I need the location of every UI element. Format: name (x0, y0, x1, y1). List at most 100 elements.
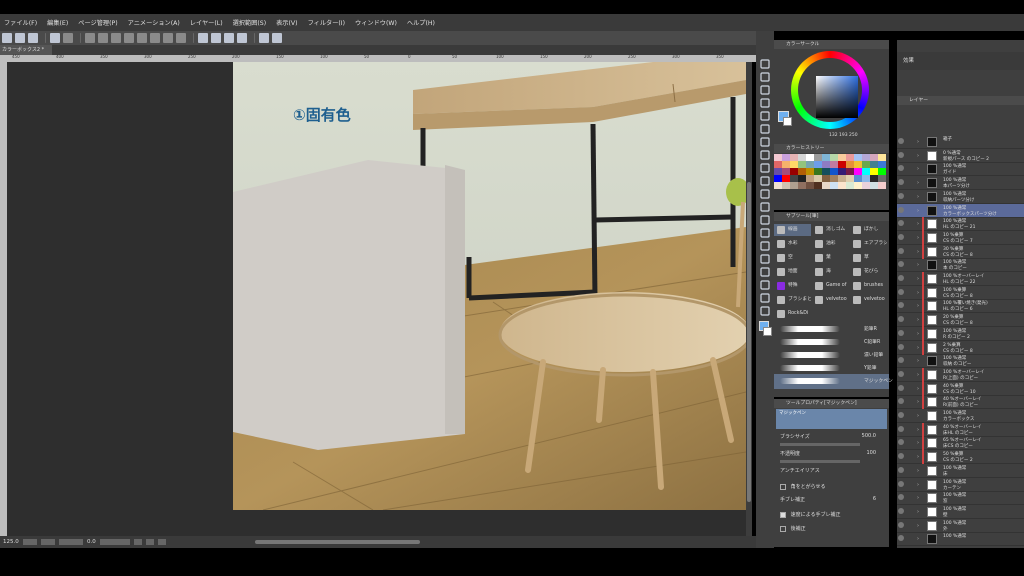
color-history-swatch[interactable] (838, 161, 846, 168)
color-history-swatch[interactable] (806, 161, 814, 168)
subtool-category[interactable]: brushes (850, 280, 887, 292)
color-history-swatch[interactable] (790, 161, 798, 168)
color-history-swatch[interactable] (878, 168, 886, 175)
color-history-swatch[interactable] (782, 182, 790, 189)
visibility-eye-icon[interactable] (898, 179, 904, 186)
subtool-category[interactable]: 水彩 (774, 238, 811, 250)
layer-row[interactable]: › 50 %乗算 CS のコピー 2 (897, 450, 1024, 465)
color-history-swatch[interactable] (830, 161, 838, 168)
zoom-out-icon[interactable] (23, 539, 37, 545)
layer-row[interactable]: › 100 %通常外 (897, 519, 1024, 533)
zoom-in-icon[interactable] (41, 539, 55, 545)
folder-chevron-icon[interactable]: › (917, 468, 919, 474)
color-history-swatch[interactable] (862, 161, 870, 168)
zoom-slider[interactable] (59, 539, 83, 545)
folder-chevron-icon[interactable]: › (917, 235, 919, 241)
color-history-swatch[interactable] (870, 175, 878, 182)
visibility-eye-icon[interactable] (898, 220, 904, 227)
color-history-swatch[interactable] (870, 161, 878, 168)
folder-chevron-icon[interactable]: › (917, 509, 919, 515)
post-correction-checkbox[interactable] (780, 525, 786, 532)
color-history-swatch[interactable] (854, 161, 862, 168)
clear-icon[interactable] (85, 33, 95, 43)
color-history-swatch[interactable] (862, 175, 870, 182)
color-history-swatch[interactable] (838, 175, 846, 182)
layer-row[interactable]: › 100 %通常 HL のコピー 21 (897, 217, 1024, 232)
layer-row[interactable]: › 100 %通常本 のコピー (897, 258, 1024, 273)
folder-chevron-icon[interactable]: › (917, 303, 919, 309)
folder-chevron-icon[interactable]: › (917, 180, 919, 186)
visibility-eye-icon[interactable] (898, 453, 904, 460)
folder-chevron-icon[interactable]: › (917, 194, 919, 200)
layer-row[interactable]: › 100 %通常 R のコピー 2 (897, 326, 1024, 341)
stabilization-row[interactable]: 手ブレ補正 6 (780, 496, 886, 506)
color-history-swatch[interactable] (782, 161, 790, 168)
layer-row[interactable]: › 100 %通常窓 (897, 491, 1024, 506)
folder-chevron-icon[interactable]: › (917, 427, 919, 433)
color-history-swatch[interactable] (790, 154, 798, 161)
color-history-swatch[interactable] (870, 168, 878, 175)
folder-chevron-icon[interactable]: › (917, 440, 919, 446)
subtool-category[interactable]: 消しゴム (812, 224, 849, 236)
color-history-swatch[interactable] (830, 154, 838, 161)
opacity-slider[interactable] (780, 460, 860, 463)
color-history-swatch[interactable] (798, 175, 806, 182)
paste-icon[interactable] (124, 33, 134, 43)
folder-chevron-icon[interactable]: › (917, 372, 919, 378)
layer-row[interactable]: › 100 %覆い焼き(発光) HL のコピー 6 (897, 299, 1024, 314)
menu-item[interactable]: ファイル(F) (4, 18, 37, 27)
layer-row[interactable]: › 10 %乗算 CS のコピー 7 (897, 230, 1024, 245)
folder-chevron-icon[interactable]: › (917, 153, 919, 159)
layer-row[interactable]: › 40 %オーバーレイ R(前面) のコピー (897, 395, 1024, 410)
subtool-category[interactable]: 花びら (850, 266, 887, 278)
color-history-swatch[interactable] (774, 182, 782, 189)
color-history-swatch[interactable] (798, 154, 806, 161)
layer-row[interactable]: › 0 %通常 新規パース のコピー 2 (897, 149, 1024, 163)
color-history-swatch[interactable] (862, 154, 870, 161)
color-history-swatch[interactable] (838, 154, 846, 161)
visibility-eye-icon[interactable] (898, 329, 904, 336)
fill-icon[interactable] (176, 33, 186, 43)
folder-chevron-icon[interactable]: › (917, 290, 919, 296)
zoom-level[interactable]: 125.0 (3, 539, 23, 545)
color-history-swatch[interactable] (870, 182, 878, 189)
layer-row[interactable]: › 100 %通常 本パーツ分け (897, 176, 1024, 191)
color-history-swatch[interactable] (806, 175, 814, 182)
layer-row[interactable]: › 100 %通常 収納 のコピー (897, 354, 1024, 369)
subtool-category[interactable]: 油彩 (812, 238, 849, 250)
gradient-icon[interactable] (759, 211, 771, 225)
flip-vertical-icon[interactable] (157, 539, 166, 545)
color-history-swatch[interactable] (798, 168, 806, 175)
color-history-swatch[interactable] (878, 161, 886, 168)
color-history-swatch[interactable] (774, 168, 782, 175)
opacity-value[interactable]: 100 (866, 450, 876, 456)
stabilization-value[interactable]: 6 (873, 496, 876, 502)
color-history-swatch[interactable] (862, 168, 870, 175)
folder-chevron-icon[interactable]: › (917, 536, 919, 542)
eyedropper-icon[interactable] (759, 133, 771, 147)
folder-chevron-icon[interactable]: › (917, 413, 919, 419)
grid-snap-icon[interactable] (224, 33, 234, 43)
brush-item[interactable]: マジックペン (774, 374, 893, 389)
color-history-swatch[interactable] (846, 175, 854, 182)
folder-chevron-icon[interactable]: › (917, 331, 919, 337)
brush-icon[interactable] (759, 159, 771, 173)
menu-item[interactable]: ページ管理(P) (78, 18, 117, 27)
folder-chevron-icon[interactable]: › (917, 317, 919, 323)
folder-chevron-icon[interactable]: › (917, 358, 919, 364)
subtool-category[interactable]: 海 (812, 266, 849, 278)
visibility-eye-icon[interactable] (898, 466, 904, 473)
cut-icon[interactable] (98, 33, 108, 43)
folder-chevron-icon[interactable]: › (917, 482, 919, 488)
layer-row[interactable]: › 40 %オーバーレイ 床HL のコピー (897, 422, 1024, 437)
open-icon[interactable] (15, 33, 25, 43)
horizontal-scrollbar-thumb[interactable] (255, 540, 420, 544)
color-history-swatch[interactable] (854, 154, 862, 161)
color-history-swatch[interactable] (782, 154, 790, 161)
visibility-eye-icon[interactable] (898, 206, 904, 213)
color-history-swatch[interactable] (774, 154, 782, 161)
subtool-category[interactable]: 地面 (774, 266, 811, 278)
subtool-category[interactable]: エアブラシ (850, 238, 887, 250)
layer-row[interactable]: › 箱子 (897, 135, 1024, 149)
flip-horizontal-icon[interactable] (145, 539, 154, 545)
